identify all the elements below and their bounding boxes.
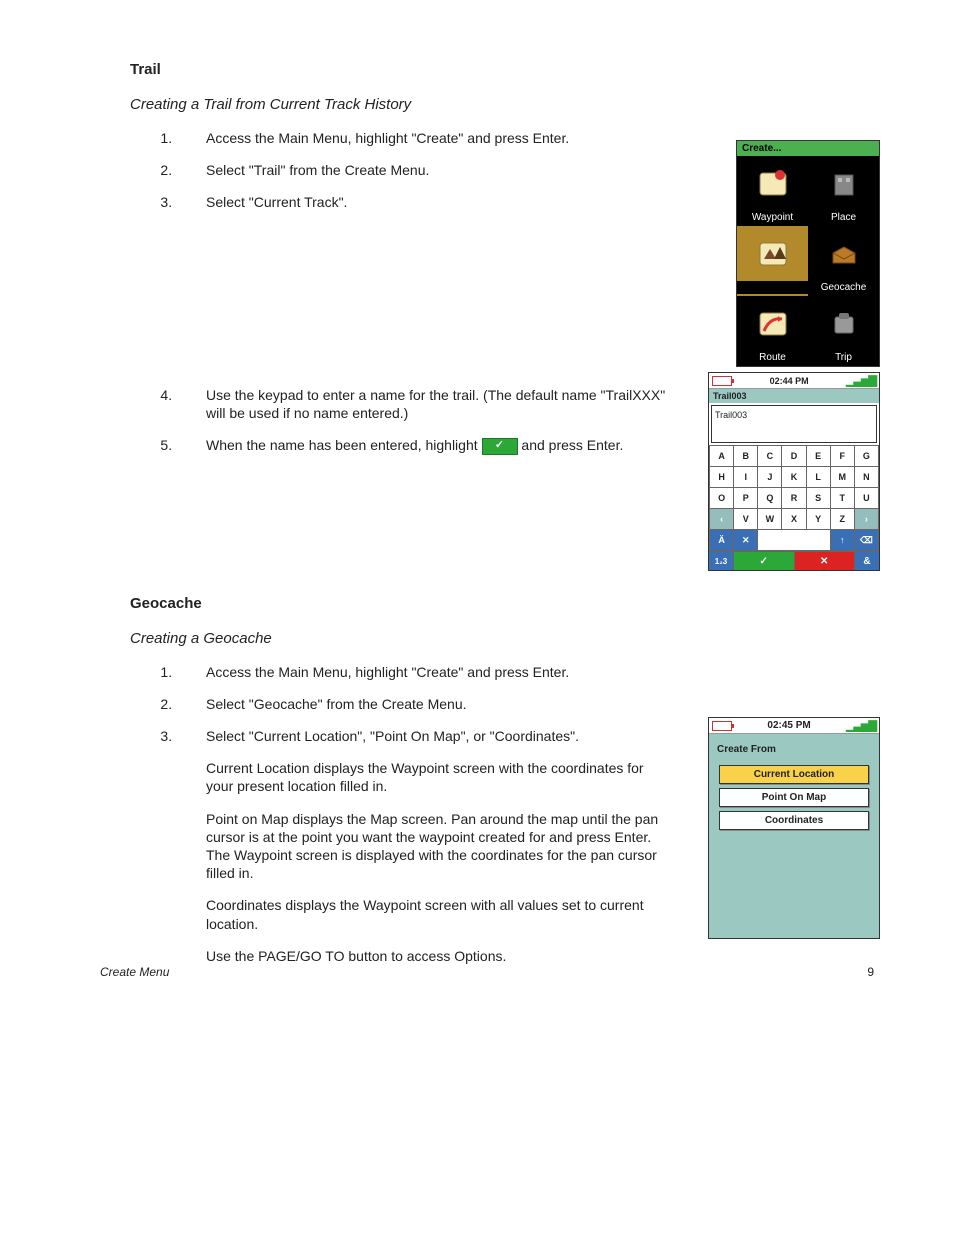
key-t[interactable]: T — [830, 488, 854, 509]
waypoint-icon — [756, 156, 790, 211]
cfrom-option-current-location[interactable]: Current Location — [719, 765, 869, 784]
battery-icon — [712, 721, 732, 731]
key-W[interactable]: W — [758, 509, 782, 530]
key-‹[interactable]: ‹ — [710, 509, 734, 530]
keypad-cancel-key[interactable]: ✕ — [795, 552, 856, 570]
device-create-from: 02:45 PM ▁▃▅▇ Create From Current Locati… — [708, 717, 880, 939]
key-Z[interactable]: Z — [830, 509, 854, 530]
create-item-geocache[interactable]: Geocache — [808, 226, 879, 296]
trail-heading: Trail — [130, 61, 884, 78]
create-item-label: Place — [808, 211, 879, 224]
geocache-para-4: Use the PAGE/GO TO button to access Opti… — [206, 947, 671, 965]
route-icon — [756, 296, 790, 351]
create-item-trail[interactable]: Trail — [737, 226, 808, 296]
geocache-subheading: Creating a Geocache — [130, 630, 884, 647]
keypad-numeric-key[interactable]: 1₂3 — [709, 552, 734, 570]
key-c[interactable]: C — [758, 446, 782, 467]
keypad-bottom-row: 1₂3 ✓ ✕ & — [709, 551, 879, 570]
cfrom-time: 02:45 PM — [767, 720, 810, 731]
key-b[interactable]: B — [734, 446, 758, 467]
key-q[interactable]: Q — [758, 488, 782, 509]
key-Y[interactable]: Y — [806, 509, 830, 530]
key-✕[interactable]: ✕ — [734, 530, 758, 551]
geocache-para-3: Coordinates displays the Waypoint screen… — [206, 896, 671, 932]
key-l[interactable]: L — [806, 467, 830, 488]
battery-icon — [712, 376, 732, 386]
geocache-steps: Access the Main Menu, highlight "Create"… — [130, 663, 676, 746]
key-V[interactable]: V — [734, 509, 758, 530]
create-item-label: Waypoint — [737, 211, 808, 224]
trail-step-3: Select "Current Track". — [176, 193, 646, 211]
signal-icon: ▁▃▅▇ — [846, 719, 876, 732]
key-m[interactable]: M — [830, 467, 854, 488]
key-r[interactable]: R — [782, 488, 806, 509]
key-s[interactable]: S — [806, 488, 830, 509]
key-k[interactable]: K — [782, 467, 806, 488]
keypad-keys: ABCDEFG HIJKLMN OPQRSTU ‹VWXYZ› Ä✕ ↑⌫ — [709, 445, 879, 551]
keypad-field-label: Trail003 — [709, 389, 879, 403]
key-u[interactable]: U — [854, 488, 878, 509]
key-a[interactable]: A — [710, 446, 734, 467]
key-⌫[interactable]: ⌫ — [854, 530, 878, 551]
create-item-label: Route — [737, 351, 808, 364]
key-f[interactable]: F — [830, 446, 854, 467]
page-footer: Create Menu 9 — [100, 965, 874, 979]
trail-subheading: Creating a Trail from Current Track Hist… — [130, 96, 884, 113]
place-icon — [827, 156, 861, 211]
key-d[interactable]: D — [782, 446, 806, 467]
cfrom-option-coordinates[interactable]: Coordinates — [719, 811, 869, 830]
key-X[interactable]: X — [782, 509, 806, 530]
trail-icon — [756, 226, 790, 281]
footer-page: 9 — [867, 965, 874, 979]
keypad-text-entry[interactable]: Trail003 — [711, 405, 877, 443]
trail-steps-1-3: Access the Main Menu, highlight "Create"… — [130, 129, 646, 212]
create-item-label: Geocache — [808, 281, 879, 294]
geocache-step-1: Access the Main Menu, highlight "Create"… — [176, 663, 676, 681]
signal-icon: ▁▃▅▇ — [846, 374, 876, 387]
trail-step-2: Select "Trail" from the Create Menu. — [176, 161, 646, 179]
key-i[interactable]: I — [734, 467, 758, 488]
create-item-label: Trail — [737, 281, 808, 294]
create-item-waypoint[interactable]: Waypoint — [737, 156, 808, 226]
create-item-label: Trip — [808, 351, 879, 364]
key-e[interactable]: E — [806, 446, 830, 467]
geocache-step-3: Select "Current Location", "Point On Map… — [176, 727, 676, 745]
geocache-heading: Geocache — [130, 595, 884, 612]
key-g[interactable]: G — [854, 446, 878, 467]
key-o[interactable]: O — [710, 488, 734, 509]
key-p[interactable]: P — [734, 488, 758, 509]
keypad-ok-key[interactable]: ✓ — [734, 552, 795, 570]
trail-step-5: When the name has been entered, highligh… — [176, 436, 676, 455]
trail-step-5-post: and press Enter. — [521, 437, 623, 453]
device-create-menu: Create... WaypointPlace TrailGeocache Rout… — [736, 140, 880, 367]
cfrom-heading: Create From — [709, 734, 879, 761]
create-item-trip[interactable]: Trip — [808, 296, 879, 366]
trail-step-5-pre: When the name has been entered, highligh… — [206, 437, 482, 453]
geocache-icon — [827, 226, 861, 281]
key-›[interactable]: › — [854, 509, 878, 530]
key-h[interactable]: H — [710, 467, 734, 488]
keypad-time: 02:44 PM — [770, 376, 809, 386]
trail-step-1: Access the Main Menu, highlight "Create"… — [176, 129, 646, 147]
cfrom-option-point-on-map[interactable]: Point On Map — [719, 788, 869, 807]
trail-steps-4-5: Use the keypad to enter a name for the t… — [130, 386, 676, 455]
geocache-para-2: Point on Map displays the Map screen. Pa… — [206, 810, 671, 883]
trail-step-4: Use the keypad to enter a name for the t… — [176, 386, 676, 422]
trip-icon — [827, 296, 861, 351]
create-item-route[interactable]: Route — [737, 296, 808, 366]
key-n[interactable]: N — [854, 467, 878, 488]
footer-section: Create Menu — [100, 965, 169, 979]
create-item-place[interactable]: Place — [808, 156, 879, 226]
key-Ä[interactable]: Ä — [710, 530, 734, 551]
key-space[interactable] — [758, 530, 830, 551]
check-icon — [482, 438, 518, 455]
device-keypad: 02:44 PM ▁▃▅▇ Trail003 Trail003 ABCDEFG H… — [708, 372, 880, 571]
key-j[interactable]: J — [758, 467, 782, 488]
device-create-title: Create... — [737, 141, 879, 156]
keypad-symbol-key[interactable]: & — [855, 552, 879, 570]
geocache-step-2: Select "Geocache" from the Create Menu. — [176, 695, 676, 713]
geocache-para-1: Current Location displays the Waypoint s… — [206, 759, 671, 795]
key-↑[interactable]: ↑ — [830, 530, 854, 551]
